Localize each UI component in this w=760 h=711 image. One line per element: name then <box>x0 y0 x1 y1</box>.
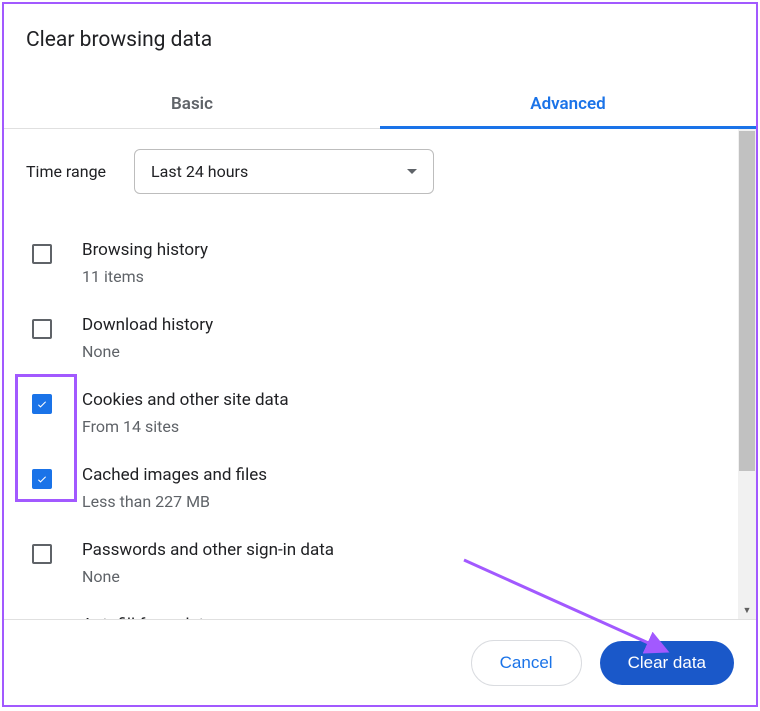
scroll-area: Time range Last 24 hours Browsing histor… <box>4 129 756 619</box>
list-item: Download historyNone <box>26 303 732 378</box>
item-secondary: None <box>82 339 213 365</box>
time-range-value: Last 24 hours <box>151 162 248 181</box>
scrollbar[interactable]: ▲ ▼ <box>738 129 756 619</box>
list-item: Cookies and other site dataFrom 14 sites <box>26 378 732 453</box>
list-item: Cached images and filesLess than 227 MB <box>26 453 732 528</box>
checkbox[interactable] <box>32 469 52 489</box>
item-secondary: None <box>82 564 334 590</box>
checkbox[interactable] <box>32 319 52 339</box>
clear-data-button-label: Clear data <box>628 653 706 672</box>
dialog-title: Clear browsing data <box>4 4 756 52</box>
cancel-button[interactable]: Cancel <box>471 640 582 686</box>
item-primary: Browsing history <box>82 238 208 264</box>
item-secondary: 11 items <box>82 264 208 290</box>
list-item: Browsing history11 items <box>26 228 732 303</box>
list-item: Autofill form data <box>26 603 732 619</box>
content: Time range Last 24 hours Browsing histor… <box>4 129 756 619</box>
item-primary: Download history <box>82 313 213 339</box>
scrollbar-thumb[interactable] <box>739 131 755 471</box>
scroll-down-icon[interactable]: ▼ <box>738 601 756 619</box>
item-primary: Cached images and files <box>82 463 267 489</box>
tab-basic[interactable]: Basic <box>4 80 380 128</box>
item-secondary: From 14 sites <box>82 414 289 440</box>
item-primary: Cookies and other site data <box>82 388 289 414</box>
tab-bar: Basic Advanced <box>4 80 756 129</box>
item-text: Browsing history11 items <box>82 238 208 289</box>
clear-data-button[interactable]: Clear data <box>600 641 734 685</box>
checkbox[interactable] <box>32 544 52 564</box>
item-text: Cookies and other site dataFrom 14 sites <box>82 388 289 439</box>
item-secondary: Less than 227 MB <box>82 489 267 515</box>
caret-down-icon <box>407 169 417 174</box>
item-text: Download historyNone <box>82 313 213 364</box>
list-item: Passwords and other sign-in dataNone <box>26 528 732 603</box>
checkbox[interactable] <box>32 394 52 414</box>
time-range-dropdown[interactable]: Last 24 hours <box>134 149 434 194</box>
item-primary: Passwords and other sign-in data <box>82 538 334 564</box>
dialog-footer: Cancel Clear data <box>4 619 756 705</box>
item-text: Passwords and other sign-in dataNone <box>82 538 334 589</box>
cancel-button-label: Cancel <box>500 653 553 672</box>
tab-advanced[interactable]: Advanced <box>380 80 756 128</box>
tab-basic-label: Basic <box>171 94 213 114</box>
dialog-frame: Clear browsing data Basic Advanced Time … <box>2 2 758 707</box>
checkbox[interactable] <box>32 244 52 264</box>
time-range-row: Time range Last 24 hours <box>26 149 732 194</box>
tab-advanced-label: Advanced <box>530 94 606 114</box>
item-text: Cached images and filesLess than 227 MB <box>82 463 267 514</box>
time-range-label: Time range <box>26 162 106 181</box>
